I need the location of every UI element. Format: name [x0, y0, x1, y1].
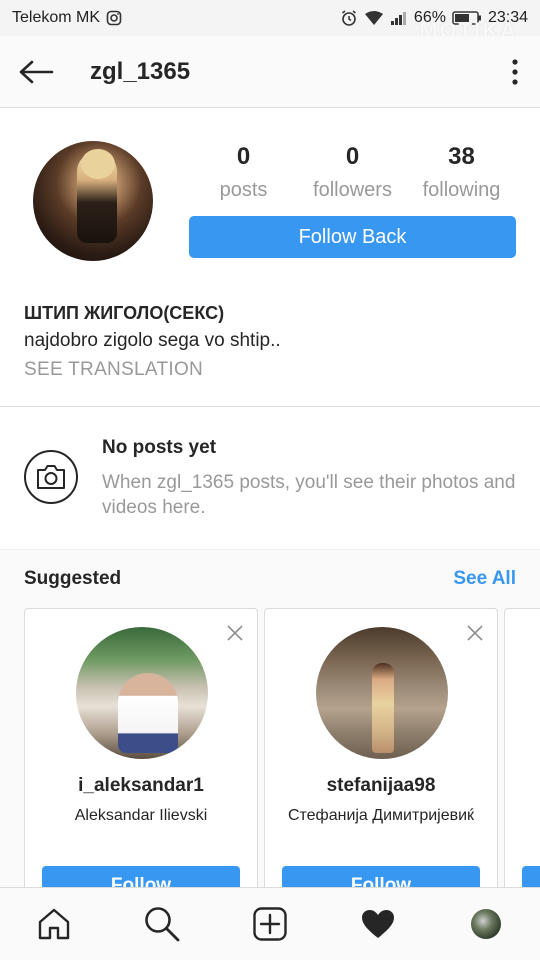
no-posts-description: When zgl_1365 posts, you'll see their ph…	[102, 472, 516, 518]
suggested-section: Suggested See All i_aleksandar1 Aleksand…	[0, 549, 540, 908]
suggestion-username[interactable]: i_aleksandar1	[25, 775, 257, 797]
carrier-label: Telekom MK	[12, 9, 101, 26]
stat-followers-count: 0	[345, 143, 360, 170]
header-username: zgl_1365	[90, 57, 191, 85]
profile-header: zgl_1365	[0, 36, 540, 108]
suggestion-card[interactable]: i_aleksandar1 Aleksandar Ilievski Follow	[24, 608, 258, 908]
more-vertical-icon	[512, 58, 518, 85]
arrow-left-icon	[19, 60, 54, 83]
profile-avatar-icon	[471, 909, 501, 939]
stat-followers[interactable]: 0 followers	[298, 142, 407, 208]
suggested-title: Suggested	[24, 568, 122, 589]
back-button[interactable]	[0, 36, 72, 108]
close-icon[interactable]	[225, 623, 245, 643]
stat-following-label: following	[422, 179, 501, 201]
home-icon	[38, 908, 70, 940]
profile-stats: 0 posts 0 followers 38 following	[189, 142, 516, 208]
search-icon	[145, 907, 180, 942]
avatar-figure	[372, 663, 394, 753]
nav-add-post[interactable]	[240, 894, 300, 954]
follow-back-button[interactable]: Follow Back	[189, 216, 516, 258]
suggestion-full-name: Стефанија Димитријевиќ	[287, 807, 475, 824]
divider	[0, 406, 540, 407]
heart-icon	[362, 910, 394, 938]
alarm-icon	[340, 9, 358, 27]
no-posts-title: No posts yet	[102, 437, 217, 458]
add-post-icon	[253, 907, 287, 941]
suggestion-avatar[interactable]	[316, 627, 448, 759]
close-icon[interactable]	[465, 623, 485, 643]
suggestion-avatar[interactable]	[76, 627, 208, 759]
nav-home[interactable]	[24, 894, 84, 954]
stat-following-count: 38	[448, 143, 475, 170]
profile-avatar[interactable]	[33, 141, 153, 261]
avatar-hair	[81, 149, 115, 179]
profile-bio: ШТИП ЖИГОЛО(СЕКС) najdobro zigolo sega v…	[24, 300, 516, 384]
nav-search[interactable]	[132, 894, 192, 954]
bio-name: ШТИП ЖИГОЛО(СЕКС)	[24, 303, 225, 323]
nav-profile[interactable]	[456, 894, 516, 954]
suggestion-full-name: Aleksandar Ilievski	[74, 807, 208, 824]
see-all-link[interactable]: See All	[453, 568, 516, 590]
suggestion-username[interactable]: stefanijaa98	[265, 775, 497, 797]
bio-text: najdobro zigolo sega vo shtip..	[24, 330, 281, 351]
see-translation-link[interactable]: SEE TRANSLATION	[24, 356, 516, 384]
bottom-navigation	[0, 887, 540, 960]
stat-posts[interactable]: 0 posts	[189, 142, 298, 208]
stat-followers-label: followers	[313, 179, 392, 201]
avatar-figure	[118, 673, 178, 753]
nav-activity[interactable]	[348, 894, 408, 954]
more-options-button[interactable]	[490, 36, 540, 108]
stat-posts-label: posts	[219, 179, 268, 201]
stat-following[interactable]: 38 following	[407, 142, 516, 208]
suggestion-card-partial[interactable]	[504, 608, 540, 908]
stat-posts-count: 0	[236, 143, 251, 170]
signal-icon	[390, 10, 408, 26]
instagram-notification-icon	[106, 10, 122, 26]
suggestion-card[interactable]: stefanijaa98 Стефанија Димитријевиќ Foll…	[264, 608, 498, 908]
camera-icon	[24, 450, 78, 504]
wifi-icon	[364, 10, 384, 26]
